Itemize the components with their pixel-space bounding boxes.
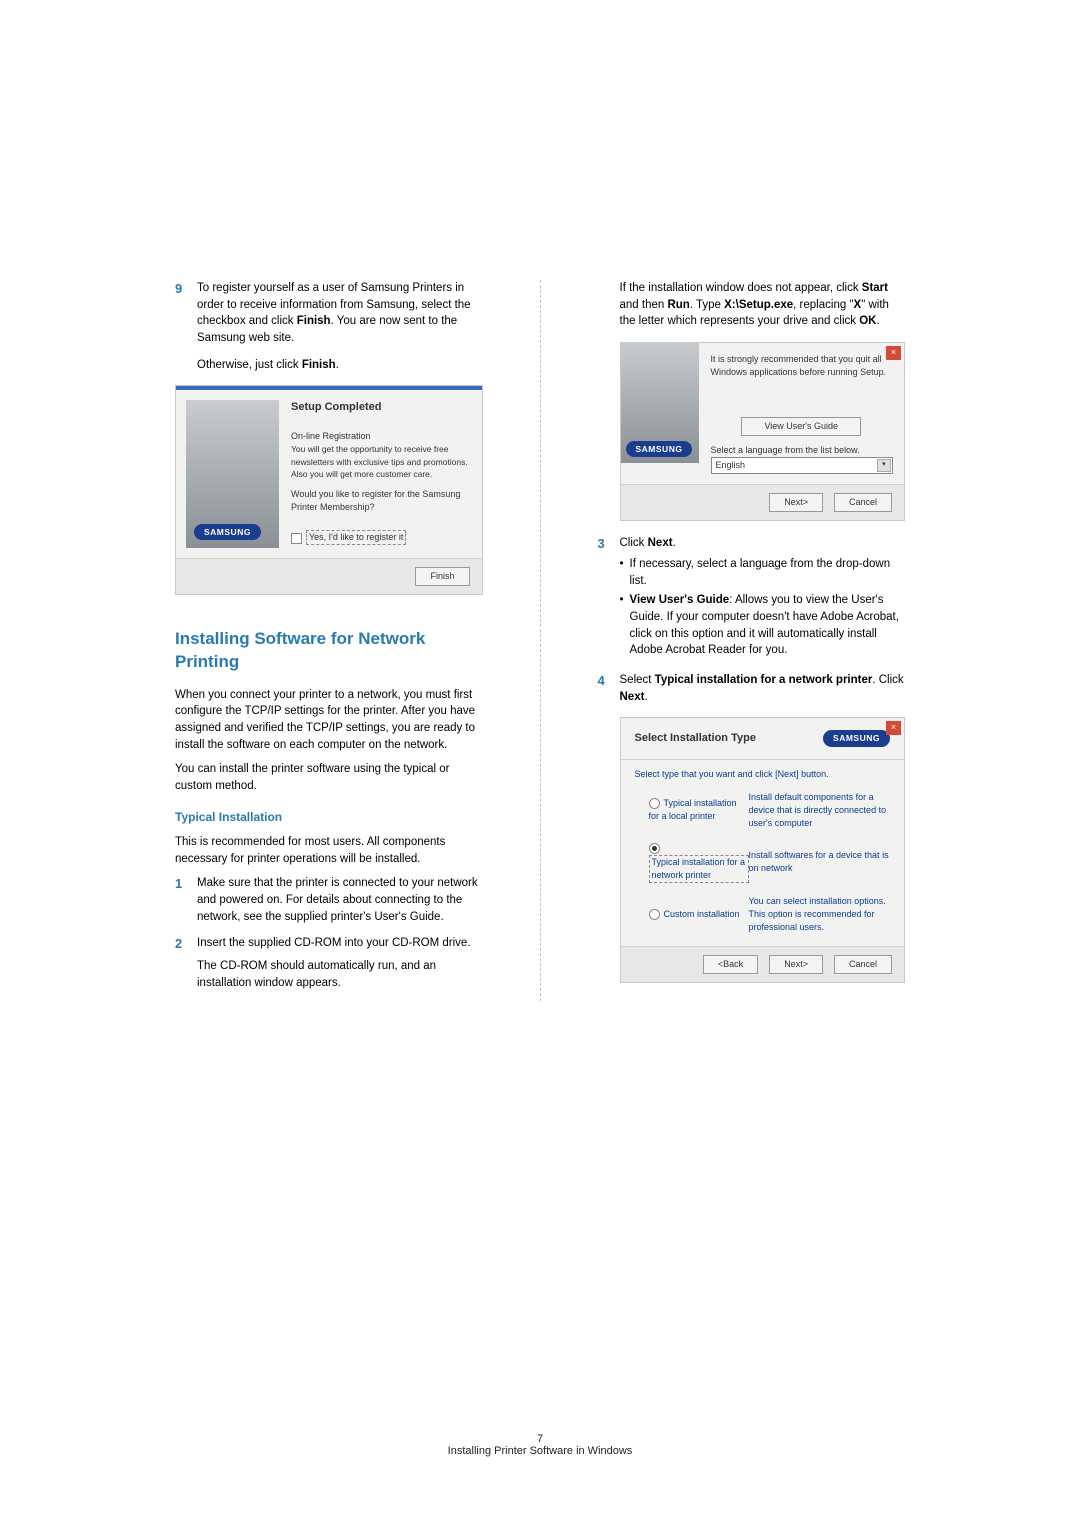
dialog-footer: <Back Next> Cancel <box>621 946 905 982</box>
page-footer: 7 Installing Printer Software in Windows <box>0 1433 1080 1457</box>
step-body: To register yourself as a user of Samsun… <box>197 280 483 603</box>
paragraph: Otherwise, just click Finish. <box>197 357 483 374</box>
radio-icon <box>649 843 660 854</box>
install-option-local[interactable]: Typical installation for a local printer… <box>635 785 891 836</box>
paragraph: When you connect your printer to a netwo… <box>175 687 483 754</box>
dialog-text: Select a language from the list below. <box>711 444 893 457</box>
two-column-layout: 9 To register yourself as a user of Sams… <box>175 280 905 1001</box>
radio-icon <box>649 909 660 920</box>
install-option-custom[interactable]: Custom installation You can select insta… <box>635 889 891 940</box>
paragraph: If the installation window does not appe… <box>620 280 906 330</box>
column-divider <box>540 280 541 1001</box>
step-number: 4 <box>598 672 620 705</box>
next-button[interactable]: Next> <box>769 493 823 512</box>
paragraph: You can install the printer software usi… <box>175 761 483 794</box>
language-select[interactable]: English ▾ <box>711 457 893 474</box>
checkbox-icon <box>291 533 302 544</box>
samsung-badge: SAMSUNG <box>626 441 693 457</box>
step-2: 2 Insert the supplied CD-ROM into your C… <box>175 935 483 991</box>
install-option-network[interactable]: Typical installation for a network print… <box>635 836 891 889</box>
step-body: Make sure that the printer is connected … <box>197 875 483 925</box>
bullet-item: • If necessary, select a language from t… <box>620 556 906 589</box>
left-column: 9 To register yourself as a user of Sams… <box>175 280 483 1001</box>
page-content: 9 To register yourself as a user of Sams… <box>0 0 1080 1041</box>
register-checkbox[interactable]: Yes, I'd like to register it <box>291 530 472 545</box>
close-icon[interactable]: × <box>886 346 901 360</box>
dialog-title: Select Installation Type <box>635 731 756 747</box>
next-button[interactable]: Next> <box>769 955 823 974</box>
dialog-text: It is strongly recommended that you quit… <box>711 353 893 379</box>
step-1: 1 Make sure that the printer is connecte… <box>175 875 483 925</box>
dialog-text: Would you like to register for the Samsu… <box>291 488 472 514</box>
welcome-dialog: × SAMSUNG It is strongly recommended tha… <box>620 342 906 521</box>
footer-title: Installing Printer Software in Windows <box>0 1445 1080 1457</box>
install-type-dialog: × Select Installation Type SAMSUNG Selec… <box>620 717 906 983</box>
paragraph: Insert the supplied CD-ROM into your CD-… <box>197 935 483 952</box>
step-3: 3 Click Next. • If necessary, select a l… <box>598 535 906 662</box>
step-number: 1 <box>175 875 197 925</box>
step-9: 9 To register yourself as a user of Sams… <box>175 280 483 603</box>
document-page: 9 To register yourself as a user of Sams… <box>0 0 1080 1527</box>
step-number: 2 <box>175 935 197 991</box>
samsung-badge: SAMSUNG <box>823 730 890 746</box>
dialog-text: On-line Registration <box>291 430 472 443</box>
view-users-guide-button[interactable]: View User's Guide <box>741 417 861 436</box>
dialog-hint: Select type that you want and click [Nex… <box>621 760 905 785</box>
samsung-badge: SAMSUNG <box>194 524 261 540</box>
step-body: Click Next. • If necessary, select a lan… <box>620 535 906 662</box>
cancel-button[interactable]: Cancel <box>834 955 892 974</box>
radio-icon <box>649 798 660 809</box>
paragraph: To register yourself as a user of Samsun… <box>197 280 483 347</box>
dialog-footer: Next> Cancel <box>621 484 905 520</box>
dialog-title: Setup Completed <box>291 400 472 416</box>
dialog-footer: Finish <box>176 558 482 594</box>
chevron-down-icon: ▾ <box>877 459 891 472</box>
bullet-item: • View User's Guide: Allows you to view … <box>620 592 906 659</box>
dialog-text: You will get the opportunity to receive … <box>291 443 472 480</box>
right-column: If the installation window does not appe… <box>598 280 906 1001</box>
step-body: Insert the supplied CD-ROM into your CD-… <box>197 935 483 991</box>
back-button[interactable]: <Back <box>703 955 758 974</box>
step-number: 3 <box>598 535 620 662</box>
step-body: Select Typical installation for a networ… <box>620 672 906 705</box>
subsection-heading: Typical Installation <box>175 809 483 826</box>
close-icon[interactable]: × <box>886 721 901 735</box>
step-4: 4 Select Typical installation for a netw… <box>598 672 906 705</box>
section-heading: Installing Software for Network Printing <box>175 628 483 672</box>
cancel-button[interactable]: Cancel <box>834 493 892 512</box>
paragraph: This is recommended for most users. All … <box>175 834 483 867</box>
bullet-list: • If necessary, select a language from t… <box>620 556 906 659</box>
paragraph: The CD-ROM should automatically run, and… <box>197 958 483 991</box>
page-number: 7 <box>0 1433 1080 1445</box>
finish-button[interactable]: Finish <box>415 567 469 586</box>
paragraph: Click Next. <box>620 535 906 552</box>
setup-completed-dialog: SAMSUNG Setup Completed On-line Registra… <box>175 385 483 595</box>
